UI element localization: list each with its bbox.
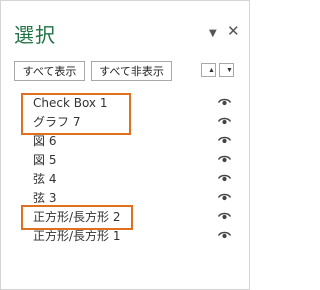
show-all-button[interactable]: すべて表示 xyxy=(14,61,85,81)
list-item[interactable]: 弦 4 xyxy=(0,170,250,188)
close-icon[interactable]: ✕ xyxy=(227,24,240,39)
object-name[interactable]: グラフ 7 xyxy=(33,114,80,130)
object-name[interactable]: 弦 4 xyxy=(33,171,56,187)
eye-icon[interactable] xyxy=(218,136,231,145)
object-name[interactable]: 弦 3 xyxy=(33,190,56,206)
eye-icon[interactable] xyxy=(218,212,231,221)
eye-icon[interactable] xyxy=(218,231,231,240)
list-item[interactable]: 正方形/長方形 2 xyxy=(0,208,250,226)
object-name[interactable]: Check Box 1 xyxy=(33,95,107,111)
list-item[interactable]: グラフ 7 xyxy=(0,113,250,131)
eye-icon[interactable] xyxy=(218,98,231,107)
object-name[interactable]: 正方形/長方形 1 xyxy=(33,228,121,244)
eye-icon[interactable] xyxy=(218,193,231,202)
list-item[interactable]: 図 5 xyxy=(0,151,250,169)
object-name[interactable]: 図 5 xyxy=(33,152,56,168)
send-backward-button[interactable]: ▼ xyxy=(219,63,234,77)
list-item[interactable]: 弦 3 xyxy=(0,189,250,207)
bring-forward-button[interactable]: ▲ xyxy=(201,63,216,77)
object-name[interactable]: 正方形/長方形 2 xyxy=(33,209,121,225)
list-item[interactable]: 正方形/長方形 1 xyxy=(0,227,250,245)
list-item[interactable]: Check Box 1 xyxy=(0,94,250,112)
pane-title: 選択 xyxy=(14,23,56,47)
eye-icon[interactable] xyxy=(218,155,231,164)
hide-all-button[interactable]: すべて非表示 xyxy=(91,61,172,81)
object-name[interactable]: 図 6 xyxy=(33,133,56,149)
eye-icon[interactable] xyxy=(218,117,231,126)
pane-options-dropdown-icon[interactable]: ▼ xyxy=(209,27,217,41)
list-item[interactable]: 図 6 xyxy=(0,132,250,150)
eye-icon[interactable] xyxy=(218,174,231,183)
